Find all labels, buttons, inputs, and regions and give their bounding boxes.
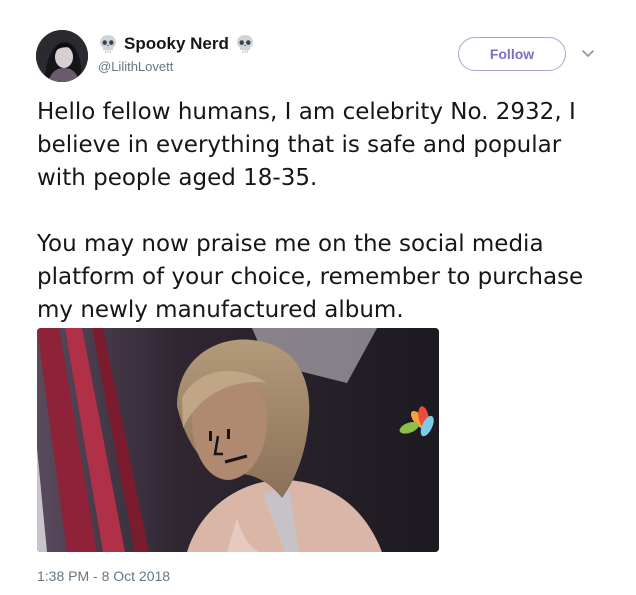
display-name[interactable]: Spooky Nerd <box>124 34 229 54</box>
tweet-text: Hello fellow humans, I am celebrity No. … <box>37 96 607 327</box>
user-handle[interactable]: @LilithLovett <box>98 59 173 74</box>
skull-icon <box>98 34 118 54</box>
tweet-paragraph: Hello fellow humans, I am celebrity No. … <box>37 99 576 191</box>
tweet-timestamp[interactable]: 1:38 PM - 8 Oct 2018 <box>37 568 170 584</box>
tweet-paragraph: You may now praise me on the social medi… <box>37 231 584 323</box>
avatar[interactable] <box>36 30 88 82</box>
user-name-row: Spooky Nerd <box>98 33 255 55</box>
skull-icon <box>235 34 255 54</box>
tweet-photo[interactable] <box>37 328 439 552</box>
follow-button[interactable]: Follow <box>458 37 566 71</box>
chevron-down-icon[interactable] <box>580 45 596 61</box>
